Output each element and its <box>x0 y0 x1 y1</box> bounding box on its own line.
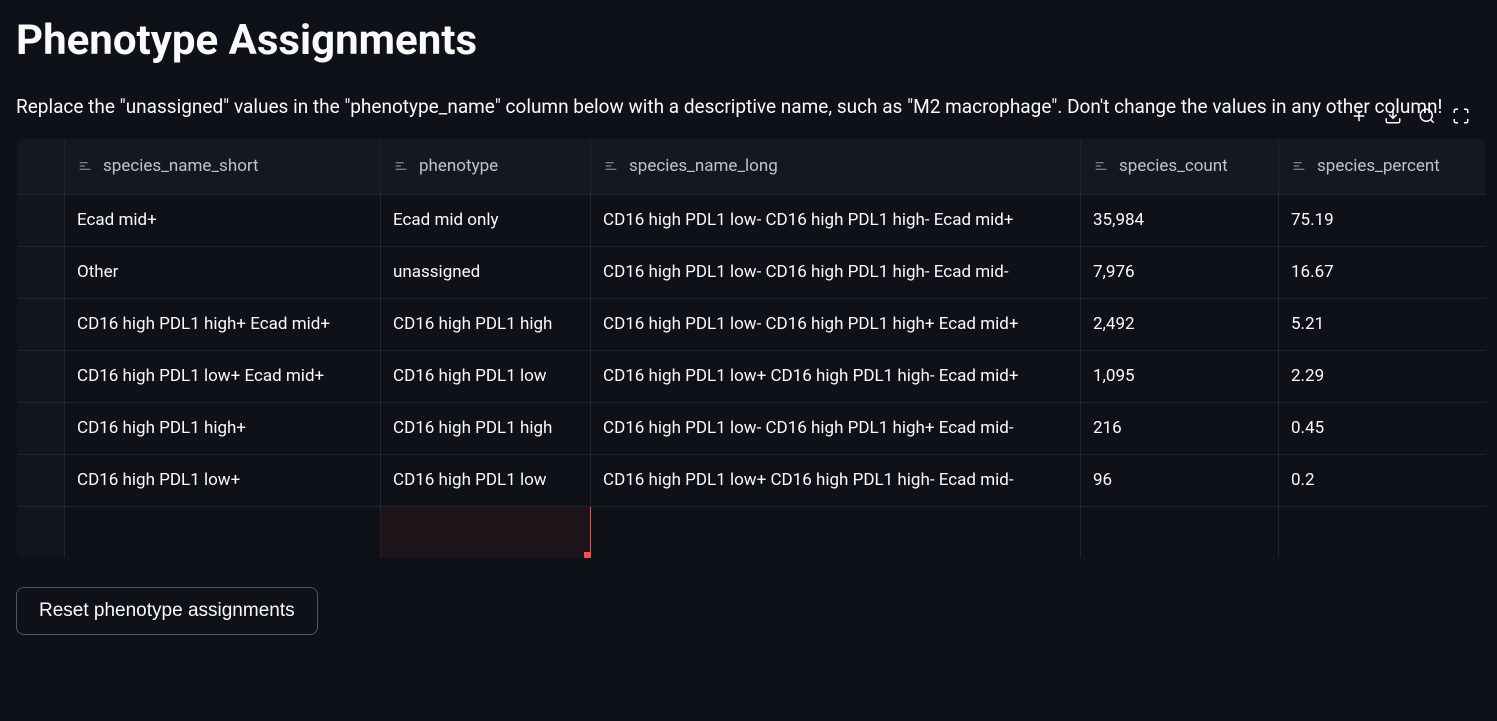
col-label: species_name_long <box>629 156 778 176</box>
cell-species-count[interactable]: 7,976 <box>1081 246 1279 298</box>
add-row-button[interactable] <box>1343 102 1375 130</box>
cell-species-name-short[interactable]: CD16 high PDL1 high+ <box>65 402 381 454</box>
col-label: species_count <box>1119 156 1228 176</box>
search-button[interactable] <box>1411 102 1443 130</box>
cell-species-count[interactable]: 216 <box>1081 402 1279 454</box>
cell-species-count[interactable]: 96 <box>1081 454 1279 506</box>
cell-species-name-short[interactable]: CD16 high PDL1 high+ Ecad mid+ <box>65 298 381 350</box>
page-title: Phenotype Assignments <box>16 16 1481 65</box>
table-header-row: species_name_short phenotype species_nam… <box>17 138 1487 194</box>
table-row[interactable]: OtherunassignedCD16 high PDL1 low- CD16 … <box>17 246 1487 298</box>
row-number-cell <box>17 454 65 506</box>
cell-phenotype[interactable]: unassigned <box>381 246 591 298</box>
sort-icon <box>1291 158 1307 174</box>
cell-species-name-short[interactable]: CD16 high PDL1 low+ <box>65 454 381 506</box>
cell-phenotype[interactable]: CD16 high PDL1 high <box>381 402 591 454</box>
cell-phenotype-editing[interactable] <box>381 506 591 558</box>
cell-species-name-long[interactable]: CD16 high PDL1 low- CD16 high PDL1 high-… <box>591 194 1081 246</box>
plus-icon <box>1350 107 1368 125</box>
cell-species-percent[interactable]: 0.45 <box>1279 402 1487 454</box>
sort-icon <box>393 158 409 174</box>
phenotype-table[interactable]: species_name_short phenotype species_nam… <box>16 138 1487 559</box>
fullscreen-icon <box>1452 107 1470 125</box>
cell-species-name-long[interactable]: CD16 high PDL1 low- CD16 high PDL1 high+… <box>591 402 1081 454</box>
sort-icon <box>603 158 619 174</box>
col-phenotype[interactable]: phenotype <box>381 138 591 194</box>
col-label: species_name_short <box>103 156 259 176</box>
new-row[interactable] <box>17 506 1487 558</box>
cell-species-name-long[interactable]: CD16 high PDL1 low- CD16 high PDL1 high-… <box>591 246 1081 298</box>
table-row[interactable]: CD16 high PDL1 high+CD16 high PDL1 highC… <box>17 402 1487 454</box>
cell-species-count[interactable]: 1,095 <box>1081 350 1279 402</box>
table-row[interactable]: Ecad mid+Ecad mid onlyCD16 high PDL1 low… <box>17 194 1487 246</box>
cell-species-percent[interactable]: 0.2 <box>1279 454 1487 506</box>
cell-species-name-long[interactable]: CD16 high PDL1 low+ CD16 high PDL1 high-… <box>591 350 1081 402</box>
row-number-header <box>17 138 65 194</box>
cell-species-name-short[interactable]: Other <box>65 246 381 298</box>
cell-species-count[interactable]: 2,492 <box>1081 298 1279 350</box>
download-icon <box>1384 107 1402 125</box>
instructions-text: Replace the "unassigned" values in the "… <box>16 93 1476 122</box>
row-number-cell <box>17 298 65 350</box>
search-icon <box>1418 107 1436 125</box>
cell-phenotype[interactable]: CD16 high PDL1 low <box>381 454 591 506</box>
row-number-cell <box>17 506 65 558</box>
cell-species-percent[interactable]: 75.19 <box>1279 194 1487 246</box>
cell-species-percent[interactable]: 16.67 <box>1279 246 1487 298</box>
cell-species-name-short[interactable]: CD16 high PDL1 low+ Ecad mid+ <box>65 350 381 402</box>
cell-species-percent[interactable] <box>1279 506 1487 558</box>
cell-phenotype[interactable]: Ecad mid only <box>381 194 591 246</box>
row-number-cell <box>17 194 65 246</box>
data-editor: species_name_short phenotype species_nam… <box>16 138 1481 559</box>
cell-species-name-long[interactable] <box>591 506 1081 558</box>
row-number-cell <box>17 402 65 454</box>
cell-species-name-short[interactable]: Ecad mid+ <box>65 194 381 246</box>
col-label: phenotype <box>419 156 498 176</box>
download-button[interactable] <box>1377 102 1409 130</box>
table-row[interactable]: CD16 high PDL1 high+ Ecad mid+CD16 high … <box>17 298 1487 350</box>
cell-species-name-long[interactable]: CD16 high PDL1 low- CD16 high PDL1 high+… <box>591 298 1081 350</box>
fullscreen-button[interactable] <box>1445 102 1477 130</box>
sort-icon <box>77 158 93 174</box>
table-row[interactable]: CD16 high PDL1 low+ Ecad mid+CD16 high P… <box>17 350 1487 402</box>
col-species-name-long[interactable]: species_name_long <box>591 138 1081 194</box>
cell-species-percent[interactable]: 2.29 <box>1279 350 1487 402</box>
sort-icon <box>1093 158 1109 174</box>
col-species-name-short[interactable]: species_name_short <box>65 138 381 194</box>
cell-species-percent[interactable]: 5.21 <box>1279 298 1487 350</box>
cell-species-count[interactable]: 35,984 <box>1081 194 1279 246</box>
row-number-cell <box>17 350 65 402</box>
cell-species-name-long[interactable]: CD16 high PDL1 low+ CD16 high PDL1 high-… <box>591 454 1081 506</box>
cell-phenotype[interactable]: CD16 high PDL1 low <box>381 350 591 402</box>
reset-phenotype-button[interactable]: Reset phenotype assignments <box>16 587 318 635</box>
col-species-count[interactable]: species_count <box>1081 138 1279 194</box>
table-toolbar <box>1343 102 1477 130</box>
cell-species-count[interactable] <box>1081 506 1279 558</box>
table-row[interactable]: CD16 high PDL1 low+CD16 high PDL1 lowCD1… <box>17 454 1487 506</box>
cell-species-name-short[interactable] <box>65 506 381 558</box>
col-label: species_percent <box>1317 156 1440 176</box>
col-species-percent[interactable]: species_percent <box>1279 138 1487 194</box>
cell-phenotype[interactable]: CD16 high PDL1 high <box>381 298 591 350</box>
row-number-cell <box>17 246 65 298</box>
